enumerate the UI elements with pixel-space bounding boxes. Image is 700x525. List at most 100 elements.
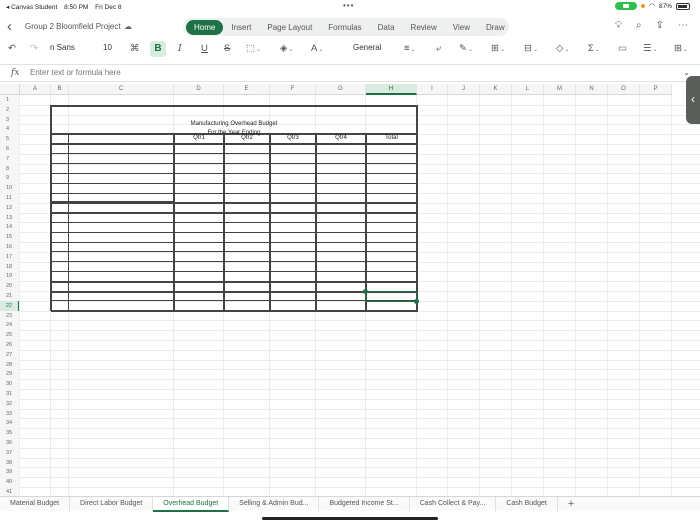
multitask-dots-icon[interactable]: ••• [343,1,354,10]
row-header[interactable]: 18 [0,261,20,272]
row-header[interactable]: 16 [0,242,20,252]
wrap-text-icon[interactable]: ⤶ [436,42,441,56]
search-icon[interactable]: ⌕ [636,20,642,31]
format-painter-icon[interactable]: ⌘ [130,42,140,56]
undo-icon[interactable]: ↶ [8,42,16,56]
comment-icon[interactable]: ▭ [618,42,627,56]
column-header[interactable]: N [576,84,608,95]
sort-filter-icon[interactable]: ☰⌄ [643,42,658,57]
ribbon-tab-view[interactable]: View [445,20,478,35]
column-header[interactable]: P [640,84,672,95]
row-header[interactable]: 31 [0,389,20,399]
align-icon[interactable]: ≡⌄ [404,42,416,57]
row-header[interactable]: 41 [0,487,20,496]
document-title[interactable]: Group 2 Bloomfield Project [25,22,121,31]
column-header[interactable]: J [448,84,480,95]
row-header[interactable]: 13 [0,212,20,223]
row-header[interactable]: 6 [0,144,20,154]
row-header[interactable]: 20 [0,281,20,292]
column-header[interactable]: K [480,84,512,95]
sheet-tab[interactable]: Overhead Budget [153,496,230,512]
column-header[interactable]: F [270,84,316,95]
row-header[interactable]: 15 [0,232,20,243]
column-header[interactable]: C [69,84,174,95]
column-header[interactable]: E [224,84,270,95]
clear-icon[interactable]: ◇⌄ [556,42,569,57]
column-header[interactable]: B [51,84,69,95]
row-header[interactable]: 2 [0,104,20,115]
share-icon[interactable]: ⇪ [656,20,664,31]
column-header[interactable]: M [544,84,576,95]
side-panel-handle-icon[interactable]: ‹ [686,76,700,124]
sheet-tab[interactable]: Selling & Admin Bud... [229,496,320,512]
fill-color-icon[interactable]: ◈⌄ [280,42,293,57]
row-header[interactable]: 22 [0,300,20,311]
row-header[interactable]: 5 [0,134,20,145]
row-header[interactable]: 35 [0,428,20,439]
cloud-sync-icon[interactable]: ☁ [124,22,132,31]
font-color-icon[interactable]: A⌄ [311,42,323,57]
row-header[interactable]: 9 [0,173,20,184]
row-header[interactable]: 38 [0,457,20,468]
column-header[interactable]: A [20,84,51,95]
add-sheet-button[interactable]: + [558,498,584,510]
back-to-app-link[interactable]: ◂ Canvas Student [6,4,57,11]
table-icon[interactable]: ⊞⌄ [491,42,505,57]
redo-icon[interactable]: ↷ [30,42,38,56]
row-header[interactable]: 25 [0,330,20,341]
font-size-box[interactable]: 10 [103,43,112,52]
ribbon-tab-data[interactable]: Data [370,20,403,35]
row-header[interactable]: 11 [0,193,20,203]
ribbon-tab-home[interactable]: Home [186,19,224,35]
column-header[interactable]: G [316,84,366,95]
row-header[interactable]: 36 [0,438,20,448]
sheet-tab[interactable]: Material Budget [0,496,71,512]
row-header[interactable]: 3 [0,114,20,125]
column-header[interactable]: D [174,84,224,95]
row-header[interactable]: 37 [0,447,20,458]
ribbon-tab-formulas[interactable]: Formulas [320,20,369,35]
lightbulb-icon[interactable]: 💡︎ [615,20,622,31]
ribbon-tab-draw[interactable]: Draw [478,20,513,35]
row-header[interactable]: 4 [0,124,20,135]
select-all-corner[interactable] [0,84,20,95]
more-tools-icon[interactable]: ⊞⌄ [674,42,688,57]
row-header[interactable]: 17 [0,251,20,262]
row-header[interactable]: 24 [0,320,20,331]
column-header[interactable]: O [608,84,640,95]
row-header[interactable]: 28 [0,359,20,370]
row-header[interactable]: 12 [0,202,20,213]
font-name-box[interactable]: n Sans [50,43,75,52]
row-header[interactable]: 34 [0,418,20,429]
strikethrough-button[interactable]: S [224,42,230,56]
row-header[interactable]: 7 [0,153,20,164]
row-header[interactable]: 39 [0,467,20,478]
italic-button[interactable]: I [178,42,182,56]
row-header[interactable]: 27 [0,349,20,360]
ribbon-tab-insert[interactable]: Insert [223,20,259,35]
insert-cells-icon[interactable]: ⊟⌄ [524,42,538,57]
row-header[interactable]: 1 [0,95,20,105]
column-header[interactable]: I [417,84,448,95]
row-header[interactable]: 21 [0,291,20,301]
row-header[interactable]: 40 [0,477,20,488]
sheet-tab[interactable]: Cash Budget [496,496,558,512]
cell-styles-icon[interactable]: ✎⌄ [459,42,473,57]
borders-icon[interactable]: ⬚⌄ [246,42,261,57]
more-icon[interactable]: ⋯ [678,20,688,31]
autosum-icon[interactable]: Σ⌄ [588,42,600,57]
back-chevron-icon[interactable]: ‹ [7,18,12,35]
row-header[interactable]: 33 [0,408,20,419]
row-header[interactable]: 19 [0,271,20,282]
spreadsheet-grid[interactable]: A B C D E F G H I J K L M N O P 1 2 3 4 5 6 7 8 9 10 11 12 13 14 15 16 1… [0,84,700,496]
sheet-tab[interactable]: Direct Labor Budget [70,496,154,512]
column-header[interactable]: H [366,84,417,95]
row-header[interactable]: 23 [0,310,20,321]
row-header[interactable]: 14 [0,222,20,233]
number-format-box[interactable]: General [353,43,381,52]
ribbon-tab-review[interactable]: Review [403,20,445,35]
column-header[interactable]: L [512,84,544,95]
underline-button[interactable]: U [201,42,208,56]
row-header[interactable]: 29 [0,369,20,380]
row-header[interactable]: 32 [0,398,20,409]
